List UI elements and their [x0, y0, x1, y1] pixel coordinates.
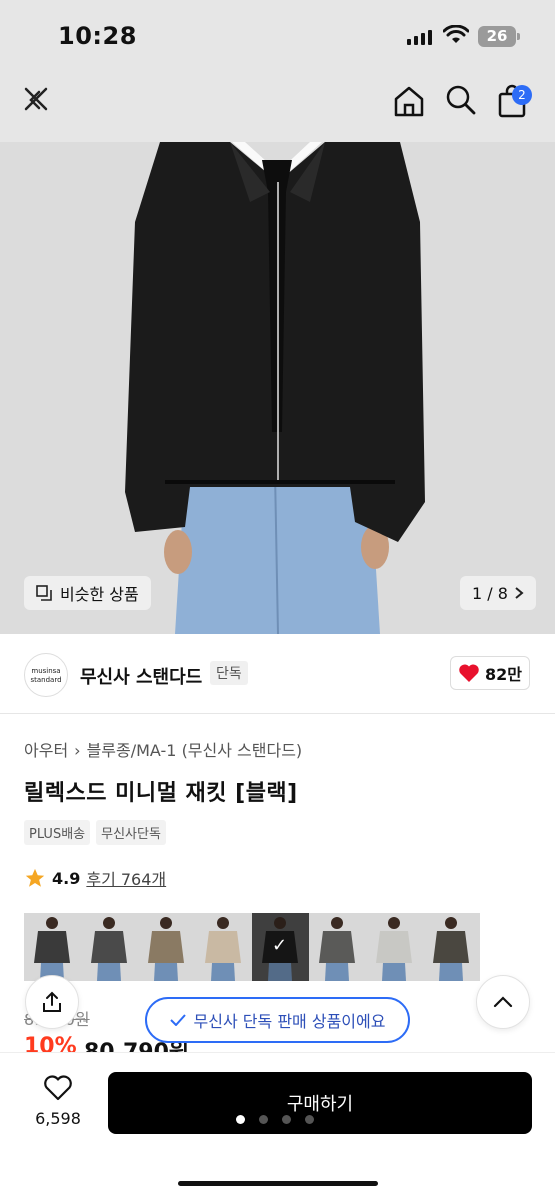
wifi-icon [443, 25, 469, 43]
color-option-thumb[interactable] [309, 913, 366, 981]
chevron-right-icon: › [74, 741, 81, 760]
exclusive-badge: 단독 [210, 661, 248, 685]
top-area: 10:28 26 2 [0, 0, 555, 142]
review-count-link[interactable]: 후기 764개 [86, 866, 166, 890]
check-icon [169, 1014, 186, 1026]
cart-count-badge: 2 [512, 85, 532, 105]
chevron-up-icon [493, 996, 513, 1008]
color-option-thumb[interactable] [81, 913, 138, 981]
exclusive-toast: 무신사 단독 판매 상품이에요 [145, 997, 410, 1043]
pager-dot [305, 1115, 314, 1124]
model-figure [148, 917, 184, 981]
breadcrumb: 아우터 › 블루종/MA-1 (무신사 스탠다드) [24, 737, 302, 761]
close-back-icon[interactable] [20, 84, 52, 116]
image-page-counter[interactable]: 1 / 8 [460, 576, 536, 610]
product-tags: PLUS배송 무신사단독 [24, 820, 166, 845]
model-figure [319, 917, 355, 981]
color-option-thumb[interactable] [366, 913, 423, 981]
pager-dot [236, 1115, 245, 1124]
pager-dot [282, 1115, 291, 1124]
product-title: 릴렉스드 미니멀 재킷 [블랙] [24, 781, 298, 806]
brand-row: musinsa standard 무신사 스탠다드 단독 82만 [0, 634, 555, 714]
rating-score: 4.9 [52, 868, 81, 888]
similar-products-button[interactable]: 비슷한 상품 [24, 576, 151, 610]
color-option-thumb[interactable] [423, 913, 480, 981]
model-figure [433, 917, 469, 981]
color-option-thumb[interactable] [138, 913, 195, 981]
tag-exclusive: 무신사단독 [96, 820, 166, 845]
brand-like-button[interactable]: 82만 [450, 656, 530, 690]
wish-button[interactable]: 6,598 [30, 1075, 86, 1128]
share-button[interactable] [25, 975, 79, 1029]
model-figure [205, 917, 241, 981]
pager-dot [259, 1115, 268, 1124]
page-counter-text: 1 / 8 [472, 583, 508, 603]
color-option-thumb[interactable] [195, 913, 252, 981]
brand-logo-line1: musinsa [31, 667, 61, 675]
status-time: 10:28 [58, 22, 137, 50]
similar-products-icon [36, 585, 52, 601]
model-figure [376, 917, 412, 981]
color-option-thumb[interactable]: ✓ [252, 913, 309, 981]
brand-like-count: 82만 [485, 665, 522, 684]
check-icon: ✓ [272, 935, 288, 956]
pager-dots [236, 1115, 314, 1124]
cellular-signal-icon [407, 30, 432, 45]
chevron-right-icon [515, 587, 524, 599]
brand-name[interactable]: 무신사 스탠다드 [80, 663, 202, 689]
home-icon[interactable] [393, 84, 425, 118]
battery-indicator: 26 [478, 26, 520, 47]
similar-products-label: 비슷한 상품 [60, 585, 139, 604]
model-figure [91, 917, 127, 981]
buy-button[interactable]: 구매하기 [108, 1072, 532, 1134]
product-photo-illustration [0, 142, 555, 634]
rating-row: 4.9 후기 764개 [24, 866, 166, 890]
product-image[interactable]: 비슷한 상품 1 / 8 [0, 142, 555, 634]
wish-count: 6,598 [35, 1109, 81, 1128]
brand-logo-line2: standard [30, 676, 62, 684]
breadcrumb-item-outer[interactable]: 아우터 [24, 741, 68, 760]
share-icon [43, 991, 61, 1012]
bottom-action-bar: 6,598 구매하기 [0, 1052, 555, 1200]
heart-outline-icon [44, 1075, 72, 1101]
brand-logo[interactable]: musinsa standard [24, 653, 68, 697]
toast-text: 무신사 단독 판매 상품이에요 [193, 1012, 386, 1031]
home-indicator [178, 1181, 378, 1186]
color-options: ✓ [24, 913, 480, 981]
tag-plus-delivery: PLUS배송 [24, 820, 91, 845]
model-figure [34, 917, 70, 981]
color-option-thumb[interactable] [24, 913, 81, 981]
breadcrumb-item-category[interactable]: 블루종/MA-1 (무신사 스탠다드) [87, 741, 303, 760]
search-icon[interactable] [445, 84, 477, 116]
scroll-top-button[interactable] [476, 975, 530, 1029]
star-icon [25, 868, 45, 887]
heart-filled-icon [459, 664, 479, 682]
